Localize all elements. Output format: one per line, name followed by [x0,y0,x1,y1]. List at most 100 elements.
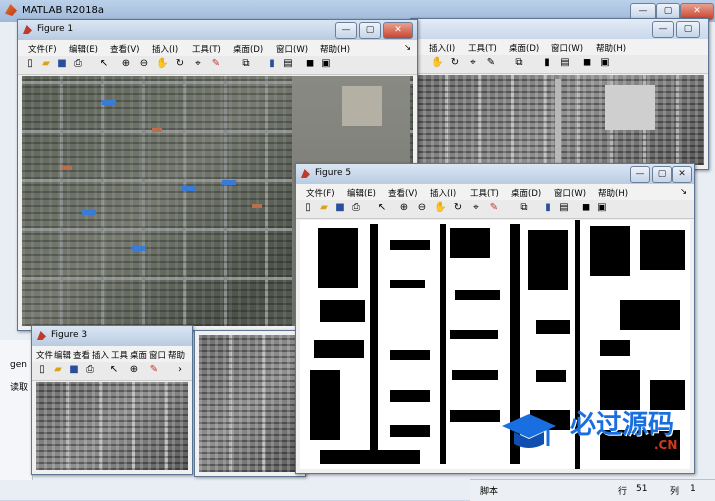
rotate-icon[interactable]: ↻ [174,58,186,70]
zoom-out-icon[interactable]: ⊖ [416,202,428,214]
save-icon[interactable]: ■ [68,364,80,376]
status-row-label: 行 [618,487,628,497]
menu-tools[interactable]: 工具(T) [468,42,497,54]
new-icon[interactable]: ▯ [36,364,48,376]
zoom-in-icon[interactable]: ⊕ [398,202,410,214]
hide-plot-icon[interactable]: ◼ [580,202,592,214]
menu-file[interactable]: 文件(F) [306,187,335,199]
hide-plot-icon[interactable]: ◼ [304,58,316,70]
menu-edit[interactable]: 编辑 [54,349,71,361]
pan-icon[interactable]: ✋ [434,202,446,214]
menu-tools[interactable]: 工具(T) [192,43,221,55]
pointer-icon[interactable]: ↖ [376,202,388,214]
menu-edit[interactable]: 编辑(E) [69,43,98,55]
watermark: 必过源码 .CN [498,402,698,460]
menu-insert[interactable]: 插入(I) [429,42,455,54]
menu-help[interactable]: 帮助 [168,349,185,361]
menu-desktop[interactable]: 桌面(D) [511,187,541,199]
menu-insert[interactable]: 插入 [92,349,109,361]
status-row-value: 51 [636,484,648,494]
fig1-close-button[interactable]: ✕ [383,22,413,39]
dock-arrow-icon[interactable]: ↘ [404,43,411,53]
menu-help[interactable]: 帮助(H) [598,187,628,199]
fig1-max-button[interactable]: ▢ [359,22,381,39]
brush-icon[interactable]: ✎ [210,58,222,70]
save-icon[interactable]: ■ [56,58,68,70]
figure-3-window[interactable]: Figure 3 文件 编辑 查看 插入 工具 桌面 窗口 帮助 ▯ ▰ ■ ⎙… [31,325,193,475]
new-icon[interactable]: ▯ [24,58,36,70]
brush-icon[interactable]: ✎ [148,364,160,376]
menu-edit[interactable]: 编辑(E) [347,187,376,199]
menu-file[interactable]: 文件(F) [28,43,57,55]
open-icon[interactable]: ▰ [52,364,64,376]
more-arrow-icon[interactable]: › [174,364,186,376]
print-icon[interactable]: ⎙ [72,58,84,70]
menu-window[interactable]: 窗口(W) [551,42,583,54]
save-icon[interactable]: ■ [334,202,346,214]
building-block [605,85,655,130]
blue-roof [182,186,196,191]
rotate-icon[interactable]: ↻ [452,202,464,214]
legend-icon[interactable]: ▤ [558,202,570,214]
open-icon[interactable]: ▰ [318,202,330,214]
menu-tools[interactable]: 工具(T) [470,187,499,199]
show-plot-icon[interactable]: ▣ [599,57,611,69]
fig5-min-button[interactable]: — [630,166,650,183]
dock-arrow-icon[interactable]: ↘ [680,187,687,197]
show-plot-icon[interactable]: ▣ [596,202,608,214]
app-title: MATLAB R2018a [22,5,105,16]
menu-view[interactable]: 查看 [73,349,90,361]
datatip-icon[interactable]: ⌖ [470,202,482,214]
figure-window-gray [194,330,306,477]
menu-insert[interactable]: 插入(I) [430,187,456,199]
link-icon[interactable]: ⧉ [513,57,525,69]
menu-window[interactable]: 窗口(W) [554,187,586,199]
pan-icon[interactable]: ✋ [431,57,443,69]
menu-desktop[interactable]: 桌面(D) [233,43,263,55]
menu-tools[interactable]: 工具 [111,349,128,361]
link-icon[interactable]: ⧉ [518,202,530,214]
legend-icon[interactable]: ▤ [282,58,294,70]
new-icon[interactable]: ▯ [302,202,314,214]
menu-desktop[interactable]: 桌面 [130,349,147,361]
colorbar-icon[interactable]: ▮ [266,58,278,70]
figure-1-title-bar: Figure 1 — ▢ ✕ [18,20,417,40]
fig5-close-button[interactable]: ✕ [672,166,692,183]
datatip-icon[interactable]: ⌖ [467,57,479,69]
menu-view[interactable]: 查看(V) [388,187,417,199]
brush-icon[interactable]: ✎ [485,57,497,69]
menu-desktop[interactable]: 桌面(D) [509,42,539,54]
menu-window[interactable]: 窗口 [149,349,166,361]
pan-icon[interactable]: ✋ [156,58,168,70]
pointer-icon[interactable]: ↖ [98,58,110,70]
print-icon[interactable]: ⎙ [350,202,362,214]
menu-help[interactable]: 帮助(H) [320,43,350,55]
datatip-icon[interactable]: ⌖ [192,58,204,70]
brush-icon[interactable]: ✎ [488,202,500,214]
rotate-icon[interactable]: ↻ [449,57,461,69]
fig5-max-button[interactable]: ▢ [652,166,672,183]
menu-view[interactable]: 查看(V) [110,43,139,55]
print-icon[interactable]: ⎙ [84,364,96,376]
colorbar-icon[interactable]: ▮ [541,57,553,69]
menu-insert[interactable]: 插入(I) [152,43,178,55]
fig-back-max-button[interactable]: ▢ [676,21,700,38]
menu-file[interactable]: 文件 [36,349,53,361]
link-icon[interactable]: ⧉ [240,58,252,70]
fig-back-min-button[interactable]: — [652,21,674,38]
status-script-label: 脚本 [480,487,499,497]
pointer-icon[interactable]: ↖ [108,364,120,376]
colorbar-icon[interactable]: ▮ [542,202,554,214]
hide-plot-icon[interactable]: ◼ [581,57,593,69]
figure-window-back[interactable]: — ▢ 插入(I) 工具(T) 桌面(D) 窗口(W) 帮助(H) ✋ ↻ ⌖ … [410,18,709,170]
zoom-in-icon[interactable]: ⊕ [128,364,140,376]
menu-help[interactable]: 帮助(H) [596,42,626,54]
zoom-out-icon[interactable]: ⊖ [138,58,150,70]
legend-icon[interactable]: ▤ [559,57,571,69]
menu-window[interactable]: 窗口(W) [276,43,308,55]
open-icon[interactable]: ▰ [40,58,52,70]
show-plot-icon[interactable]: ▣ [320,58,332,70]
status-col-label: 列 [670,487,680,497]
zoom-in-icon[interactable]: ⊕ [120,58,132,70]
fig1-min-button[interactable]: — [335,22,357,39]
